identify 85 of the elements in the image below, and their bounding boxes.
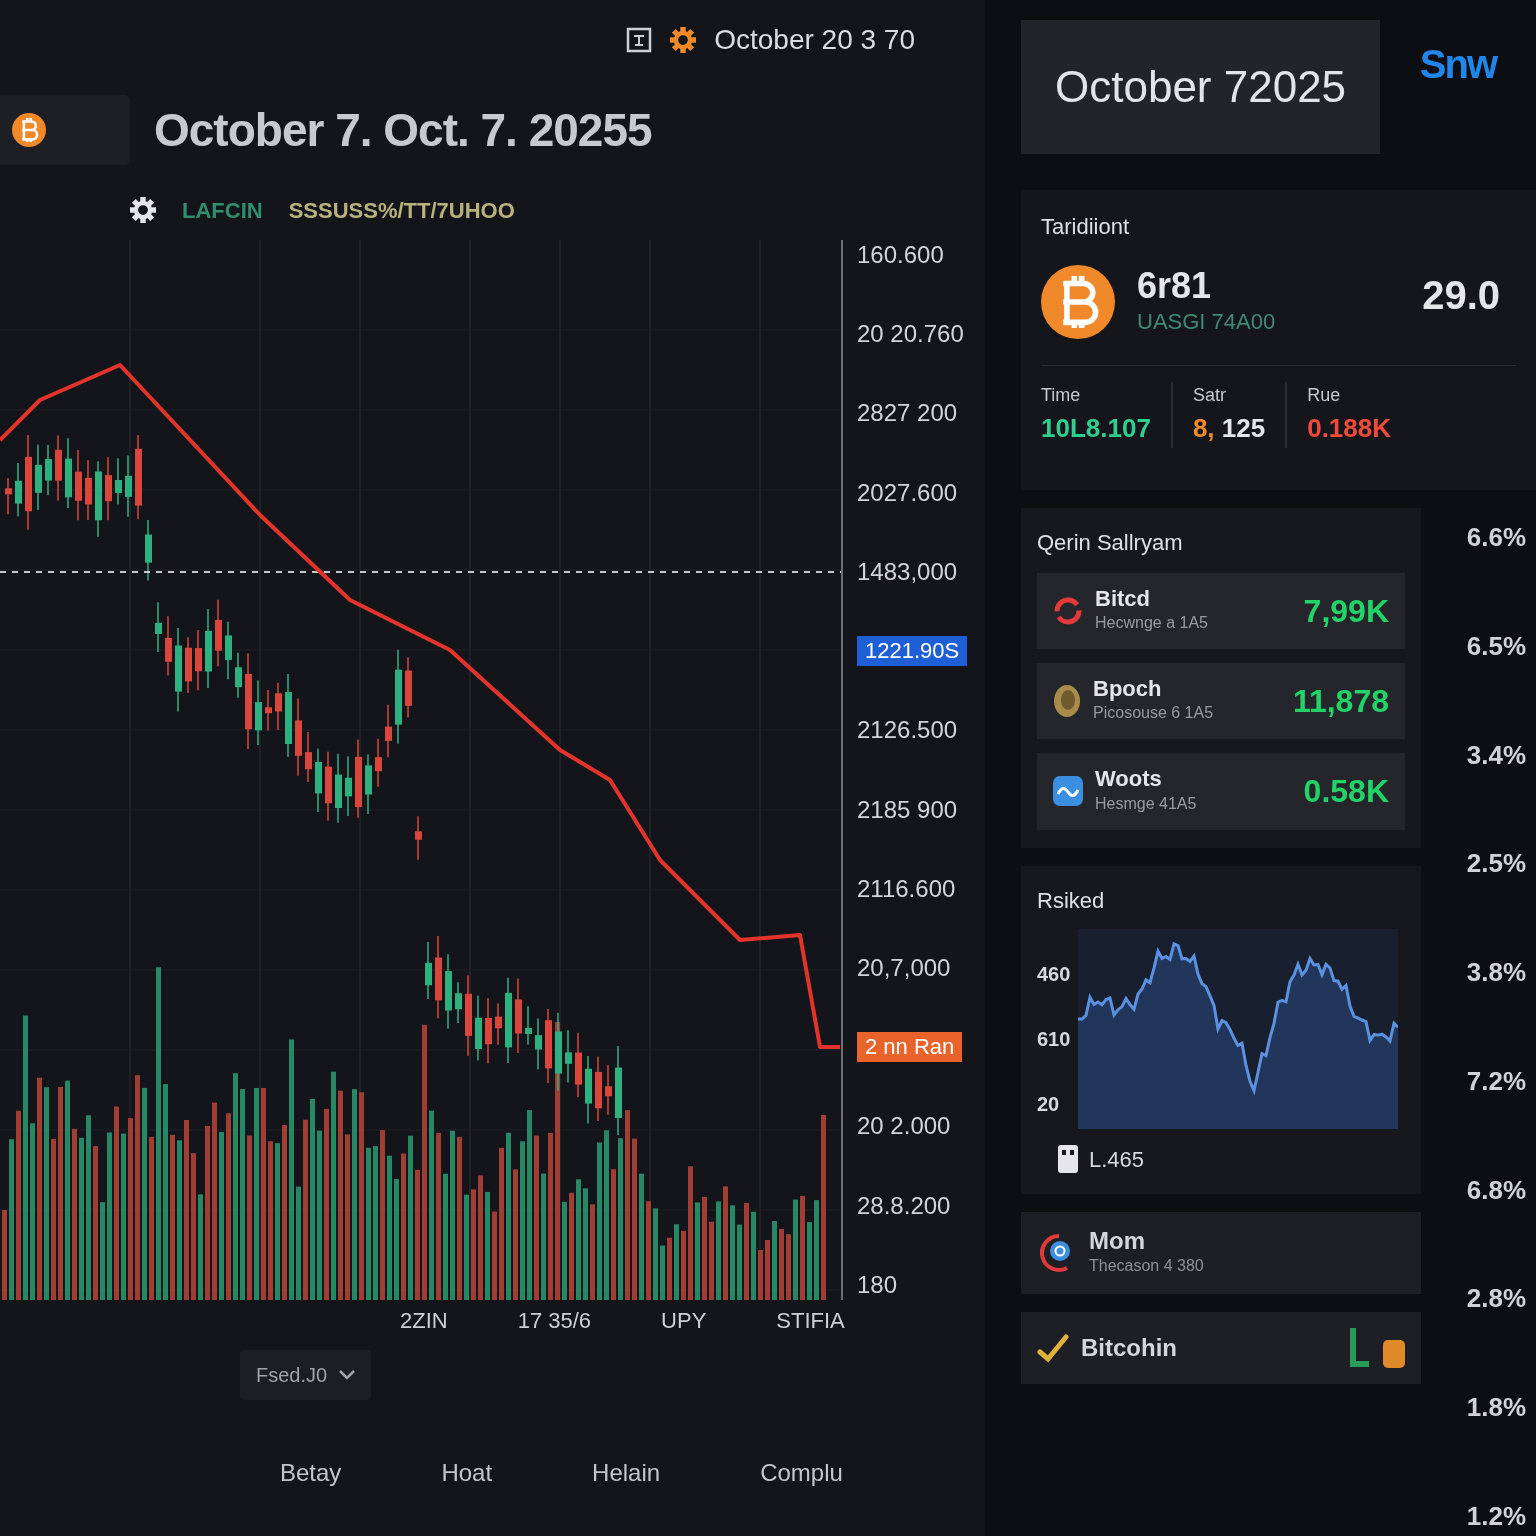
item-name: Bpoch (1093, 677, 1163, 702)
percent-text: 6.5% (1466, 629, 1526, 663)
percent-text: 6.6% (1466, 521, 1526, 554)
tile-icon (1383, 1339, 1405, 1368)
watchlist-item[interactable]: Woots Hesmge 41A5 0.58K (1037, 753, 1405, 830)
stat-label: Time (1041, 384, 1082, 407)
stat-value: 10L8.107 (1041, 412, 1151, 445)
nav-tab[interactable]: Complu (750, 1449, 853, 1497)
coin-subtext: UASGI 74A00 (1137, 308, 1276, 337)
check-icon (1037, 1331, 1069, 1364)
percent-text: 1.2% (1466, 1499, 1526, 1533)
axis-label: 2185 900 (857, 794, 958, 825)
nav-tab[interactable]: Hoat (431, 1449, 503, 1497)
axis-label: 610 (1037, 1026, 1071, 1052)
item-value: 7,99K (1303, 592, 1389, 632)
wave-tile-icon (1053, 776, 1083, 807)
axis-label: 2027.600 (857, 477, 958, 508)
watchlist-item[interactable]: Bitcd Hecwnge a 1A5 7,99K (1037, 573, 1405, 650)
holding-item[interactable]: Mom Thecason 4 380 (1021, 1211, 1421, 1294)
legend-label: L.465 (1089, 1145, 1145, 1174)
stat-value: 8, 125 (1192, 412, 1266, 445)
price-tag: 2 nn Ran (857, 1032, 963, 1063)
axis-label: 180 (857, 1269, 898, 1300)
axis-label: 2ZIN (400, 1306, 448, 1335)
item-name: Bitcohin (1081, 1334, 1177, 1362)
item-subtext: Picosouse 6 1A5 (1093, 703, 1214, 724)
item-value: 11,878 (1292, 682, 1389, 722)
axis-label: 1483,000 (857, 556, 958, 587)
logo-text: Snw (1419, 41, 1496, 88)
percent-text: 6.8% (1466, 1173, 1526, 1207)
nav-tab[interactable]: Helain (582, 1449, 671, 1497)
chart-title: October 7. Oct. 7. 20255 (154, 102, 652, 158)
holding-item[interactable]: Bitcohin (1021, 1311, 1421, 1384)
watchlist-item[interactable]: Bpoch Picosouse 6 1A5 11,878 (1037, 663, 1405, 740)
axis-label: 460 (1037, 961, 1071, 987)
item-subtext: Thecason 4 380 (1089, 1255, 1204, 1276)
coin-icon (12, 113, 46, 147)
axis-label: 2126.500 (857, 715, 958, 746)
axis-label: 160.600 (857, 240, 944, 270)
axis-label: STIFIA (776, 1306, 845, 1335)
axis-label: UPY (661, 1306, 707, 1335)
date-title-card: October 72025 (1021, 20, 1381, 154)
axis-label: 20 2.000 (857, 1111, 951, 1142)
percent-text: 3.8% (1466, 956, 1526, 990)
price-tag: 1221.90S (857, 636, 968, 667)
coin-icon (1041, 265, 1115, 339)
summary-value: 29.0 (1422, 272, 1500, 319)
legend-label: LAFCIN (182, 196, 263, 225)
box-icon (626, 27, 653, 53)
card-title: Rsiked (1037, 886, 1106, 915)
ring-icon (1053, 596, 1083, 627)
axis-label: 20 20.760 (857, 319, 964, 350)
stat-label: Rue (1307, 384, 1342, 407)
item-name: Bitcd (1095, 587, 1151, 612)
date-text: October 20 3 70 (714, 23, 915, 57)
item-value: 0.58K (1303, 772, 1389, 812)
axis-label: 2116.600 (857, 873, 956, 904)
nav-tab[interactable]: Betay (270, 1449, 352, 1497)
gear-icon (670, 27, 697, 53)
axis-label: 2827 200 (857, 398, 958, 429)
gear-icon (130, 197, 156, 223)
item-name: Woots (1095, 767, 1163, 792)
coin-value: 6r81 (1137, 265, 1213, 306)
interval-dropdown[interactable]: Fsed.J0 (240, 1350, 372, 1400)
item-name: Mom (1089, 1227, 1146, 1254)
item-subtext: Hesmge 41A5 (1095, 793, 1197, 814)
card-title: Qerin Sallryam (1037, 529, 1184, 557)
percent-text: 7.2% (1466, 1064, 1526, 1098)
stat-value: 0.188K (1307, 412, 1392, 445)
medallion-icon (1053, 684, 1081, 719)
summary-label: Taridiiont (1041, 213, 1131, 241)
percent-text: 3.4% (1466, 738, 1526, 772)
legend-label: SSSUSS%/TT/7UHOO (288, 196, 515, 225)
axis-label: 17 35/6 (517, 1306, 592, 1335)
stat-label: Satr (1192, 384, 1227, 407)
chevron-down-icon (339, 1370, 356, 1380)
axis-label: 28.8.200 (857, 1190, 951, 1221)
percent-text: 1.8% (1466, 1391, 1526, 1425)
item-subtext: Hecwnge a 1A5 (1095, 613, 1208, 634)
percent-text: 2.5% (1466, 847, 1526, 881)
axis-label: 20,7,000 (857, 952, 951, 983)
percent-text: 2.8% (1466, 1282, 1526, 1316)
device-icon (1057, 1144, 1079, 1175)
corner-icon (1349, 1327, 1369, 1368)
axis-label: 20 (1037, 1091, 1061, 1117)
